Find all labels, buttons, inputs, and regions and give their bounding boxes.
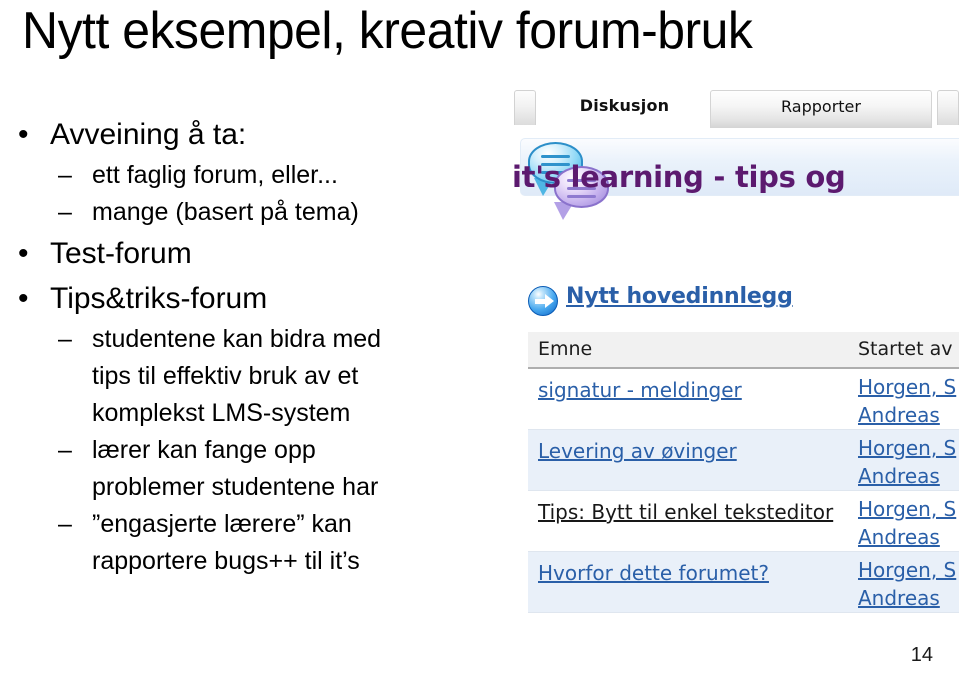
bullet-list: • Avveining å ta: – ett faglig forum, el… bbox=[8, 112, 478, 580]
list-item-label: Tips&triks-forum bbox=[50, 282, 268, 315]
thread-topic-link[interactable]: Hvorfor dette forumet? bbox=[538, 560, 838, 587]
list-item-label: rapportere bugs++ til it’s bbox=[92, 547, 360, 575]
list-item: – lærer kan fange opp problemer studente… bbox=[8, 432, 478, 506]
thread-author-link[interactable]: Horgen, S Andreas bbox=[858, 373, 959, 429]
list-item: – studentene kan bidra med tips til effe… bbox=[8, 321, 478, 432]
list-item: – ”engasjerte lærere” kan rapportere bug… bbox=[8, 506, 478, 580]
table-row[interactable]: signatur - meldinger Horgen, S Andreas bbox=[528, 369, 959, 430]
new-post-link[interactable]: Nytt hovedinnlegg bbox=[566, 284, 793, 309]
list-item-label: ett faglig forum, eller... bbox=[92, 161, 338, 189]
list-item-label: mange (basert på tema) bbox=[92, 198, 359, 226]
table-header-row: Emne Startet av bbox=[528, 332, 959, 369]
thread-topic-link[interactable]: Levering av øvinger bbox=[538, 438, 838, 465]
author-line-2: Andreas bbox=[858, 403, 940, 427]
list-item: • Tips&triks-forum bbox=[8, 276, 478, 321]
tab-bar: Diskusjon Rapporter bbox=[512, 88, 959, 128]
arrow-right-circle-icon bbox=[528, 286, 558, 316]
bullet-marker: – bbox=[58, 198, 72, 226]
author-line-2: Andreas bbox=[858, 586, 940, 610]
list-item-label: Avveining å ta: bbox=[50, 118, 247, 151]
list-item: • Avveining å ta: bbox=[8, 112, 478, 157]
column-header-startet-av[interactable]: Startet av bbox=[858, 338, 952, 360]
author-line-1: Horgen, S bbox=[858, 558, 957, 582]
thread-author-link[interactable]: Horgen, S Andreas bbox=[858, 556, 959, 612]
author-line-1: Horgen, S bbox=[858, 436, 957, 460]
list-item-label: komplekst LMS-system bbox=[92, 399, 351, 427]
bullet-marker: • bbox=[18, 118, 29, 151]
bullet-marker: – bbox=[58, 325, 72, 353]
table-row[interactable]: Hvorfor dette forumet? Horgen, S Andreas bbox=[528, 552, 959, 613]
tab-rapporter[interactable]: Rapporter bbox=[710, 90, 932, 128]
thread-author-link[interactable]: Horgen, S Andreas bbox=[858, 495, 959, 551]
bullet-marker: • bbox=[18, 237, 29, 270]
table-row[interactable]: Tips: Bytt til enkel teksteditor Horgen,… bbox=[528, 491, 959, 552]
bullet-marker: – bbox=[58, 436, 72, 464]
list-item: • Test-forum bbox=[8, 231, 478, 276]
forum-thread-table: Emne Startet av signatur - meldinger Hor… bbox=[528, 332, 959, 613]
list-item-label: studentene kan bidra med bbox=[92, 325, 382, 353]
bullet-marker: – bbox=[58, 161, 72, 189]
thread-topic-link[interactable]: Tips: Bytt til enkel teksteditor bbox=[538, 499, 838, 526]
list-item-label: lærer kan fange opp bbox=[92, 436, 316, 464]
list-item-label: ”engasjerte lærere” kan bbox=[92, 510, 352, 538]
column-header-emne[interactable]: Emne bbox=[538, 338, 592, 360]
forum-title: it's learning - tips og bbox=[512, 160, 846, 194]
list-item: – ett faglig forum, eller... bbox=[8, 157, 478, 194]
slide-number: 14 bbox=[910, 644, 933, 666]
author-line-2: Andreas bbox=[858, 525, 940, 549]
table-row[interactable]: Levering av øvinger Horgen, S Andreas bbox=[528, 430, 959, 491]
bullet-marker: – bbox=[58, 510, 72, 538]
page-title: Nytt eksempel, kreativ forum-bruk bbox=[22, 2, 753, 60]
list-item-label: tips til effektiv bruk av et bbox=[92, 362, 359, 390]
list-item: – mange (basert på tema) bbox=[8, 194, 478, 231]
list-item-label: Test-forum bbox=[50, 237, 192, 270]
list-item-label: problemer studentene har bbox=[92, 473, 379, 501]
thread-topic-link[interactable]: signatur - meldinger bbox=[538, 377, 838, 404]
author-line-2: Andreas bbox=[858, 464, 940, 488]
thread-author-link[interactable]: Horgen, S Andreas bbox=[858, 434, 959, 490]
tab-stub-right[interactable] bbox=[937, 90, 959, 125]
author-line-1: Horgen, S bbox=[858, 375, 957, 399]
tab-stub-left[interactable] bbox=[514, 90, 536, 125]
author-line-1: Horgen, S bbox=[858, 497, 957, 521]
bullet-marker: • bbox=[18, 282, 29, 315]
tab-diskusjon[interactable]: Diskusjon bbox=[542, 90, 707, 128]
